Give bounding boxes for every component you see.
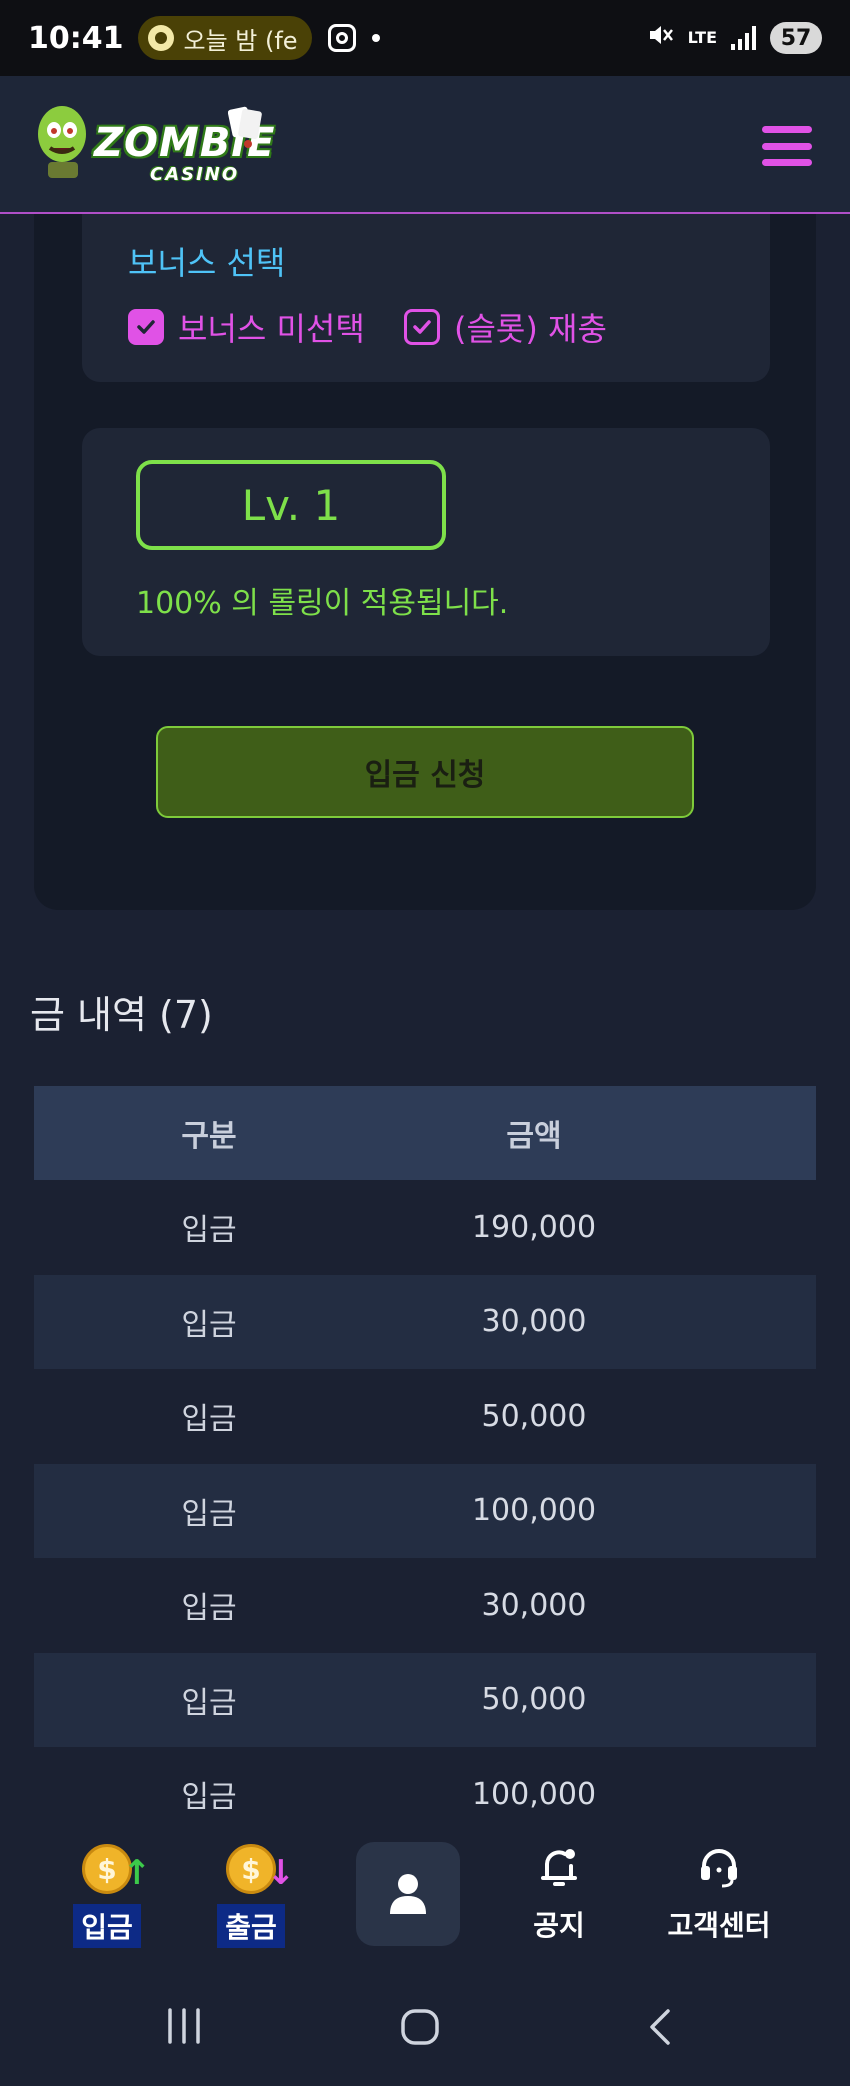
bonus-option-slot-recharge-label: (슬롯) 재충 xyxy=(454,310,607,348)
nav-withdraw-label: 출금 xyxy=(217,1904,285,1948)
instagram-icon xyxy=(327,24,356,52)
history-table: 구분 금액 입금 190,000 입금 30,000 입금 50,000 입금 … xyxy=(34,1086,816,1842)
lte-icon: LTE xyxy=(687,28,717,47)
bonus-option-none[interactable]: 보너스 미선택 xyxy=(128,304,365,350)
row-type: 입금 xyxy=(181,1213,237,1249)
row-amount: 50,000 xyxy=(481,1682,587,1718)
status-bar: 10:41 오늘 밤 (fe LTE 57 xyxy=(0,0,850,76)
nav-deposit[interactable]: $ ↑ 입금 xyxy=(32,1844,182,1948)
nav-notice[interactable]: 공지 xyxy=(484,1844,634,1944)
row-amount: 100,000 xyxy=(471,1776,597,1812)
bottom-nav: $ ↑ 입금 $ ↓ 출금 공지 고객센터 xyxy=(0,1822,850,1972)
nav-profile-button[interactable] xyxy=(356,1842,460,1946)
notification-dot-icon xyxy=(371,34,380,42)
nav-withdraw[interactable]: $ ↓ 출금 xyxy=(176,1844,326,1948)
menu-bar xyxy=(762,142,812,150)
system-nav-bar xyxy=(0,1972,850,2086)
back-icon[interactable] xyxy=(644,2008,674,2046)
deposit-panel: 보너스 선택 보너스 미선택 (슬롯) 재충 Lv. 1 100% 의 롤링이 … xyxy=(34,214,816,910)
row-amount: 100,000 xyxy=(471,1493,597,1529)
bonus-option-none-label: 보너스 미선택 xyxy=(178,310,365,348)
row-type: 입금 xyxy=(181,1307,237,1343)
level-card: Lv. 1 100% 의 롤링이 적용됩니다. xyxy=(82,428,770,656)
user-icon xyxy=(390,1874,426,1914)
checkbox-checked-icon[interactable] xyxy=(128,309,164,345)
checkbox-checked-icon[interactable] xyxy=(404,309,440,345)
table-row: 입금 100,000 xyxy=(34,1463,816,1558)
row-amount: 50,000 xyxy=(481,1398,587,1434)
media-play-icon xyxy=(147,25,174,51)
table-row: 입금 50,000 xyxy=(34,1369,816,1464)
row-amount: 190,000 xyxy=(471,1209,597,1245)
zombie-casino-logo[interactable]: ZOMBIE CASINO xyxy=(32,96,275,196)
coin-deposit-icon: $ ↑ xyxy=(82,1844,151,1894)
history-title: 금 내역 (7) xyxy=(30,993,213,1037)
recent-apps-icon[interactable] xyxy=(164,2008,204,2044)
playing-cards-icon xyxy=(228,106,262,148)
battery-indicator: 57 xyxy=(770,22,822,54)
status-right: LTE 57 xyxy=(646,21,822,56)
logo-text-casino: CASINO xyxy=(150,164,240,185)
deposit-apply-button[interactable]: 입금 신청 xyxy=(156,726,694,818)
rolling-note: 100% 의 롤링이 적용됩니다. xyxy=(136,586,509,621)
nav-support-label: 고객센터 xyxy=(667,1909,771,1942)
mute-icon xyxy=(646,21,674,56)
row-amount: 30,000 xyxy=(481,1304,587,1340)
row-type: 입금 xyxy=(181,1685,237,1721)
nav-deposit-label: 입금 xyxy=(73,1904,141,1948)
zombie-head-icon xyxy=(38,106,86,178)
menu-bar xyxy=(762,126,812,133)
hamburger-menu-button[interactable] xyxy=(762,126,812,166)
table-header: 구분 금액 xyxy=(34,1086,816,1180)
app-header: ZOMBIE CASINO xyxy=(0,76,850,214)
row-type: 입금 xyxy=(181,1591,237,1627)
row-type: 입금 xyxy=(181,1780,237,1816)
media-text: 오늘 밤 (fe xyxy=(183,26,298,55)
status-time: 10:41 xyxy=(28,20,124,56)
table-row: 입금 30,000 xyxy=(34,1558,816,1653)
signal-icon xyxy=(731,26,756,50)
bonus-option-slot-recharge[interactable]: (슬롯) 재충 xyxy=(404,304,607,350)
row-amount: 30,000 xyxy=(481,1587,587,1623)
nav-support[interactable]: 고객센터 xyxy=(644,1844,794,1944)
table-row: 입금 50,000 xyxy=(34,1652,816,1747)
home-icon[interactable] xyxy=(400,2008,440,2046)
column-header-type: 구분 xyxy=(181,1119,237,1154)
table-row: 입금 190,000 xyxy=(34,1180,816,1275)
coin-withdraw-icon: $ ↓ xyxy=(226,1844,295,1894)
nav-notice-label: 공지 xyxy=(533,1909,585,1942)
headset-icon xyxy=(701,1849,737,1888)
bell-icon xyxy=(541,1849,577,1886)
table-row: 입금 30,000 xyxy=(34,1274,816,1369)
bonus-card: 보너스 선택 보너스 미선택 (슬롯) 재충 xyxy=(82,214,770,382)
row-type: 입금 xyxy=(181,1402,237,1438)
column-header-amount: 금액 xyxy=(506,1119,562,1154)
menu-bar xyxy=(762,159,812,166)
bonus-title: 보너스 선택 xyxy=(128,244,286,282)
media-chip[interactable]: 오늘 밤 (fe xyxy=(137,16,312,60)
row-type: 입금 xyxy=(181,1496,237,1532)
level-badge: Lv. 1 xyxy=(136,460,446,550)
